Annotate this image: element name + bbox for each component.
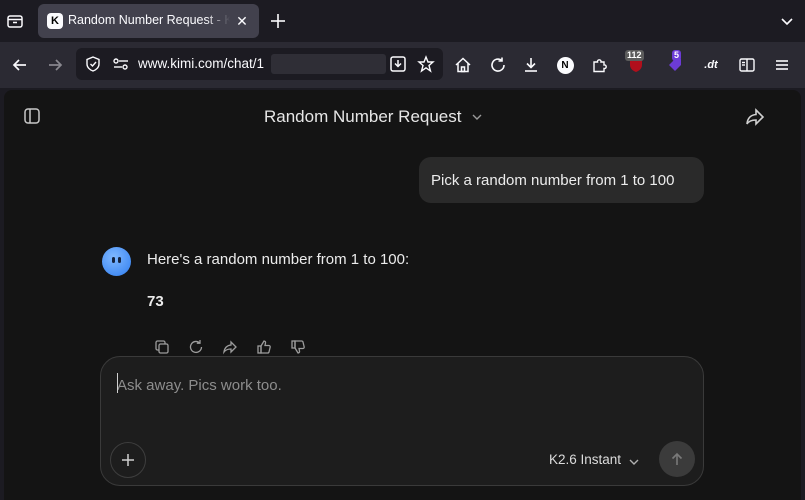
- sidebar-panel-icon[interactable]: [735, 53, 759, 77]
- user-message-text: Pick a random number from 1 to 100: [431, 172, 675, 189]
- notion-extension-icon[interactable]: N: [553, 53, 577, 77]
- tag-extension-icon[interactable]: 5: [663, 50, 687, 77]
- kimi-avatar: [102, 247, 131, 276]
- puzzle-extensions-icon[interactable]: [588, 53, 612, 77]
- chat-title[interactable]: Random Number Request: [264, 107, 461, 127]
- home-icon[interactable]: [451, 53, 475, 77]
- dt-extension-icon[interactable]: .dt: [699, 53, 723, 77]
- plus-icon: [122, 454, 134, 466]
- download-icon[interactable]: [519, 53, 543, 77]
- star-bookmark-icon[interactable]: [417, 55, 435, 73]
- forward-arrow-icon[interactable]: [43, 53, 67, 77]
- thumbs-up-icon[interactable]: [256, 339, 272, 355]
- arrow-up-icon: [671, 452, 683, 465]
- ublock-shield-icon[interactable]: 112: [624, 50, 648, 77]
- message-composer: K2.6 Instant: [100, 356, 704, 486]
- text-caret: [117, 373, 118, 393]
- shield-icon[interactable]: [84, 55, 102, 73]
- kimi-favicon-icon: K: [47, 13, 63, 29]
- save-page-icon[interactable]: [389, 55, 407, 73]
- nav-bar: www.kimi.com/chat/1 N 112 5 .dt: [0, 42, 805, 88]
- regenerate-icon[interactable]: [188, 339, 204, 355]
- url-text: www.kimi.com/chat/1: [138, 56, 265, 71]
- permissions-icon[interactable]: [112, 56, 130, 72]
- send-button[interactable]: [659, 441, 695, 477]
- assistant-reply-text: Here's a random number from 1 to 100:: [147, 251, 410, 268]
- ext-count-badge: 5: [672, 50, 682, 61]
- kimi-chat-page: Random Number Request Pick a random numb…: [4, 90, 801, 500]
- attach-plus-button[interactable]: [110, 442, 146, 478]
- model-selector[interactable]: K2.6 Instant: [549, 452, 621, 467]
- share-icon[interactable]: [222, 339, 238, 355]
- tab-list-icon[interactable]: [6, 12, 24, 30]
- share-icon[interactable]: [744, 106, 766, 128]
- thumbs-down-icon[interactable]: [290, 339, 306, 355]
- tab-title: Random Number Request - Kimi: [68, 13, 230, 27]
- back-arrow-icon[interactable]: [8, 53, 32, 77]
- url-bar[interactable]: www.kimi.com/chat/1: [76, 48, 443, 80]
- chevron-down-icon[interactable]: [471, 111, 483, 123]
- chevron-down-icon[interactable]: [779, 13, 795, 29]
- ublock-count-badge: 112: [625, 50, 644, 61]
- tab-bar: K Random Number Request - Kimi ✕: [0, 0, 805, 42]
- assistant-reply-number: 73: [147, 293, 164, 310]
- reload-icon[interactable]: [486, 53, 510, 77]
- chat-input[interactable]: [117, 373, 677, 397]
- close-icon[interactable]: ✕: [233, 12, 251, 30]
- user-message-bubble: Pick a random number from 1 to 100: [419, 157, 704, 203]
- url-redacted-area: [271, 54, 386, 74]
- active-tab[interactable]: K Random Number Request - Kimi ✕: [38, 4, 259, 38]
- new-tab-plus-icon[interactable]: [268, 11, 288, 31]
- chevron-down-icon[interactable]: [628, 456, 640, 468]
- hamburger-menu-icon[interactable]: [770, 53, 794, 77]
- copy-icon[interactable]: [154, 339, 170, 355]
- sidebar-toggle-icon[interactable]: [22, 106, 42, 126]
